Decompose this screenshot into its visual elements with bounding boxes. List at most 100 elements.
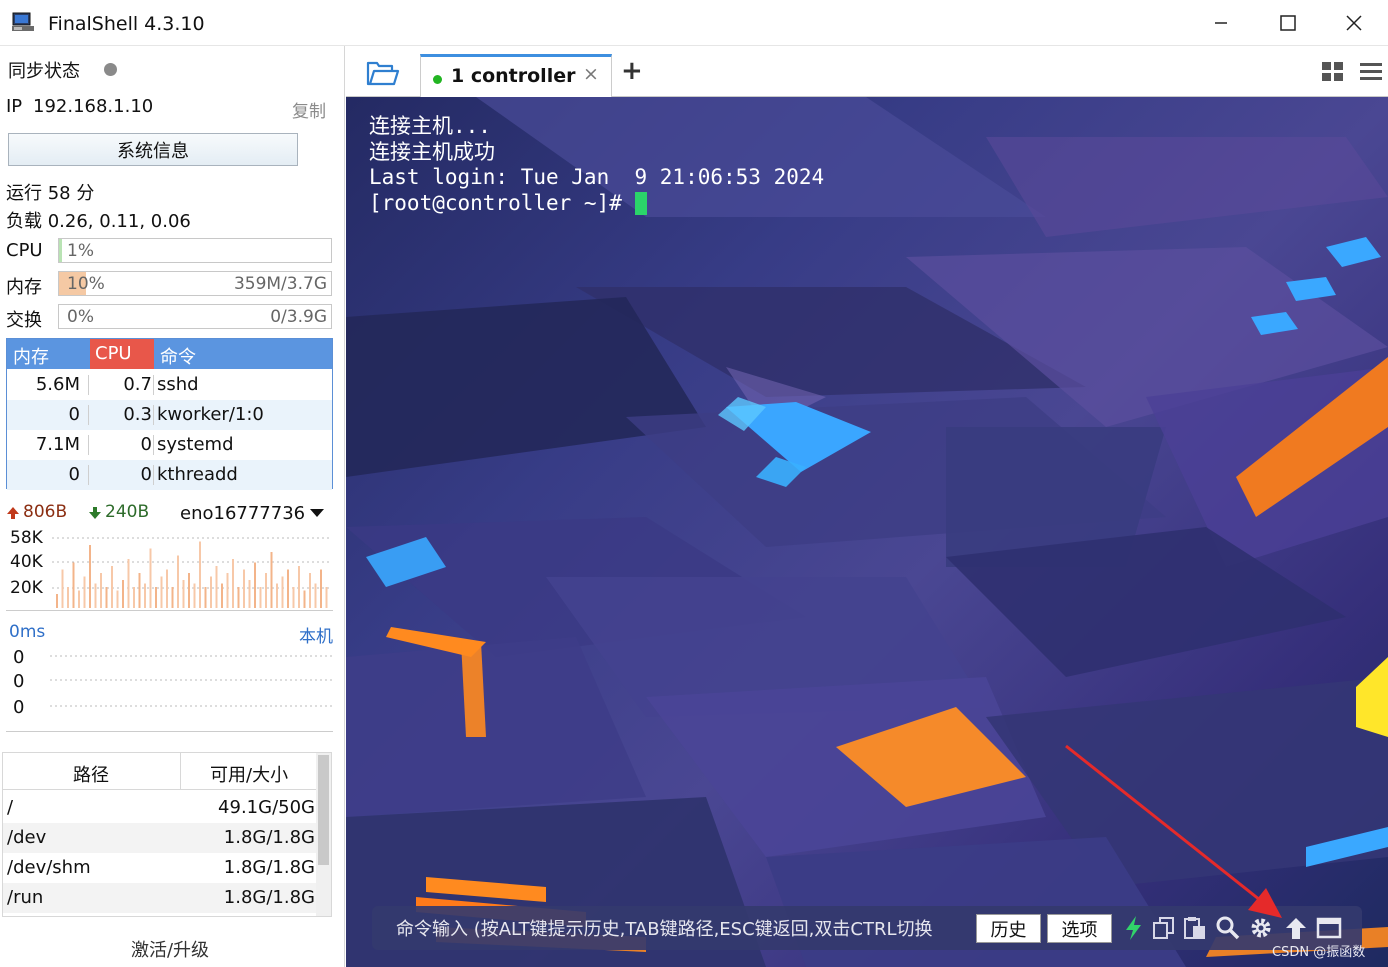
uptime-text: 运行 58 分 xyxy=(6,183,95,204)
process-mem: 5.6M xyxy=(35,374,80,395)
traffic-bar xyxy=(298,566,300,608)
load-text: 负载 0.26, 0.11, 0.06 xyxy=(6,211,191,232)
header-mem[interactable]: 内存 xyxy=(13,343,49,369)
traffic-bar xyxy=(100,573,102,608)
y-tick: 20K xyxy=(10,578,43,598)
ip-value: 192.168.1.10 xyxy=(33,96,154,117)
upload-arrow-icon xyxy=(7,507,19,519)
process-cpu: 0.7 xyxy=(123,374,152,395)
open-folder-icon[interactable] xyxy=(366,60,400,88)
traffic-bar xyxy=(221,583,223,608)
y-tick: 58K xyxy=(10,528,43,548)
disk-size: 1.8G/1.8G xyxy=(223,887,315,908)
minimize-button[interactable] xyxy=(1198,8,1244,38)
traffic-bar xyxy=(116,590,119,608)
traffic-bar xyxy=(133,587,135,608)
traffic-bar xyxy=(94,583,97,608)
traffic-bar xyxy=(122,580,124,608)
traffic-bar xyxy=(149,548,152,608)
column-divider xyxy=(88,465,89,485)
traffic-bar xyxy=(72,562,75,608)
grid-layout-icon[interactable] xyxy=(1321,61,1345,83)
process-cpu: 0.3 xyxy=(123,404,152,425)
traffic-bar xyxy=(177,555,179,608)
hamburger-menu-icon[interactable] xyxy=(1359,61,1383,83)
header-size[interactable]: 可用/大小 xyxy=(210,761,288,787)
process-command: kthreadd xyxy=(157,464,238,485)
network-traffic-chart: 58K 40K 20K xyxy=(6,528,333,611)
traffic-bar xyxy=(182,580,185,608)
disk-row[interactable]: / 49.1G/50G xyxy=(3,793,317,823)
tab-controller[interactable]: 1 controller × xyxy=(420,54,612,97)
sync-status-label: 同步状态 xyxy=(8,61,80,82)
header-command[interactable]: 命令 xyxy=(160,343,196,369)
process-cpu: 0 xyxy=(140,434,152,455)
mem-meter: 10% 359M/3.7G xyxy=(58,271,332,296)
traffic-bar xyxy=(309,573,311,608)
window-icon[interactable] xyxy=(1316,915,1342,941)
traffic-bar xyxy=(144,583,146,608)
cpu-percent: 1% xyxy=(67,241,94,261)
disk-row[interactable]: /run 1.8G/1.8G xyxy=(3,883,317,913)
cpu-meter: 1% xyxy=(58,238,332,263)
process-row[interactable]: 5.6M 0.7 sshd xyxy=(7,370,332,400)
network-bars xyxy=(52,537,332,608)
maximize-button[interactable] xyxy=(1265,8,1311,38)
process-command: systemd xyxy=(157,434,234,455)
traffic-bar xyxy=(287,569,289,608)
traffic-bar xyxy=(199,541,201,608)
system-info-button[interactable]: 系统信息 xyxy=(8,133,298,166)
upload-speed: 806B xyxy=(23,502,68,522)
mem-percent: 10% xyxy=(67,274,105,294)
disk-row[interactable]: /dev 1.8G/1.8G xyxy=(3,823,317,853)
swap-meter: 0% 0/3.9G xyxy=(58,304,332,329)
copy-ip-link[interactable]: 复制 xyxy=(292,97,326,122)
terminal-line: 连接主机... xyxy=(369,114,491,138)
scrollbar-thumb[interactable] xyxy=(318,755,329,865)
traffic-bar xyxy=(259,587,262,608)
process-command: kworker/1:0 xyxy=(157,404,264,425)
disk-path: /dev/shm xyxy=(7,857,91,878)
swap-amount: 0/3.9G xyxy=(270,307,327,327)
download-speed: 240B xyxy=(105,502,150,522)
terminal-line: 连接主机成功 xyxy=(369,139,495,164)
chevron-down-icon[interactable] xyxy=(310,509,324,517)
disk-size: 1.8G/1.8G xyxy=(223,857,315,878)
traffic-bar xyxy=(232,559,234,608)
process-table: 内存 CPU 命令 5.6M 0.7 sshd 0 0.3 kworker/1:… xyxy=(6,338,333,490)
swap-percent: 0% xyxy=(67,307,94,327)
command-input[interactable]: 命令输入 (按ALT键提示历史,TAB键路径,ESC键返回,双击CTRL切换 xyxy=(396,915,972,941)
session-tab-bar: 1 controller × + xyxy=(346,46,1388,97)
header-path[interactable]: 路径 xyxy=(73,761,109,787)
header-cpu[interactable]: CPU xyxy=(90,339,154,369)
close-icon xyxy=(1346,15,1362,31)
history-button[interactable]: 历史 xyxy=(976,914,1041,943)
ping-latency: 0ms xyxy=(9,622,46,642)
disk-table-scrollbar[interactable] xyxy=(316,753,331,916)
traffic-bar xyxy=(325,587,328,608)
traffic-bar xyxy=(204,587,207,608)
close-window-button[interactable] xyxy=(1331,8,1377,38)
activate-upgrade-link[interactable]: 激活/升级 xyxy=(0,936,340,962)
process-row[interactable]: 0 0.3 kworker/1:0 xyxy=(7,400,332,430)
disk-table: 路径 可用/大小 / 49.1G/50G /dev 1.8G/1.8G /dev… xyxy=(2,752,332,917)
process-row[interactable]: 7.1M 0 systemd xyxy=(7,430,332,460)
network-interface-select[interactable]: eno16777736 xyxy=(180,503,305,524)
cpu-meter-fill xyxy=(59,239,62,262)
traffic-bar xyxy=(166,569,168,608)
traffic-bar xyxy=(155,587,157,608)
disk-size: 1.8G/1.8G xyxy=(223,827,315,848)
traffic-bar xyxy=(83,576,86,608)
column-divider xyxy=(153,435,154,455)
disk-row[interactable]: /dev/shm 1.8G/1.8G xyxy=(3,853,317,883)
minimize-icon xyxy=(1215,22,1227,24)
terminal-prompt-line: [root@controller ~]# xyxy=(369,191,824,217)
traffic-bar xyxy=(248,580,251,608)
tab-close-icon[interactable]: × xyxy=(583,63,599,85)
process-row[interactable]: 0 0 kthreadd xyxy=(7,460,332,490)
csdn-watermark: CSDN @振函数 xyxy=(1272,945,1366,960)
disk-size: 49.1G/50G xyxy=(218,797,315,818)
ping-chart: 0ms 本机 0 0 0 xyxy=(6,622,333,732)
add-tab-icon[interactable]: + xyxy=(621,56,643,86)
swap-label: 交换 xyxy=(6,310,42,331)
